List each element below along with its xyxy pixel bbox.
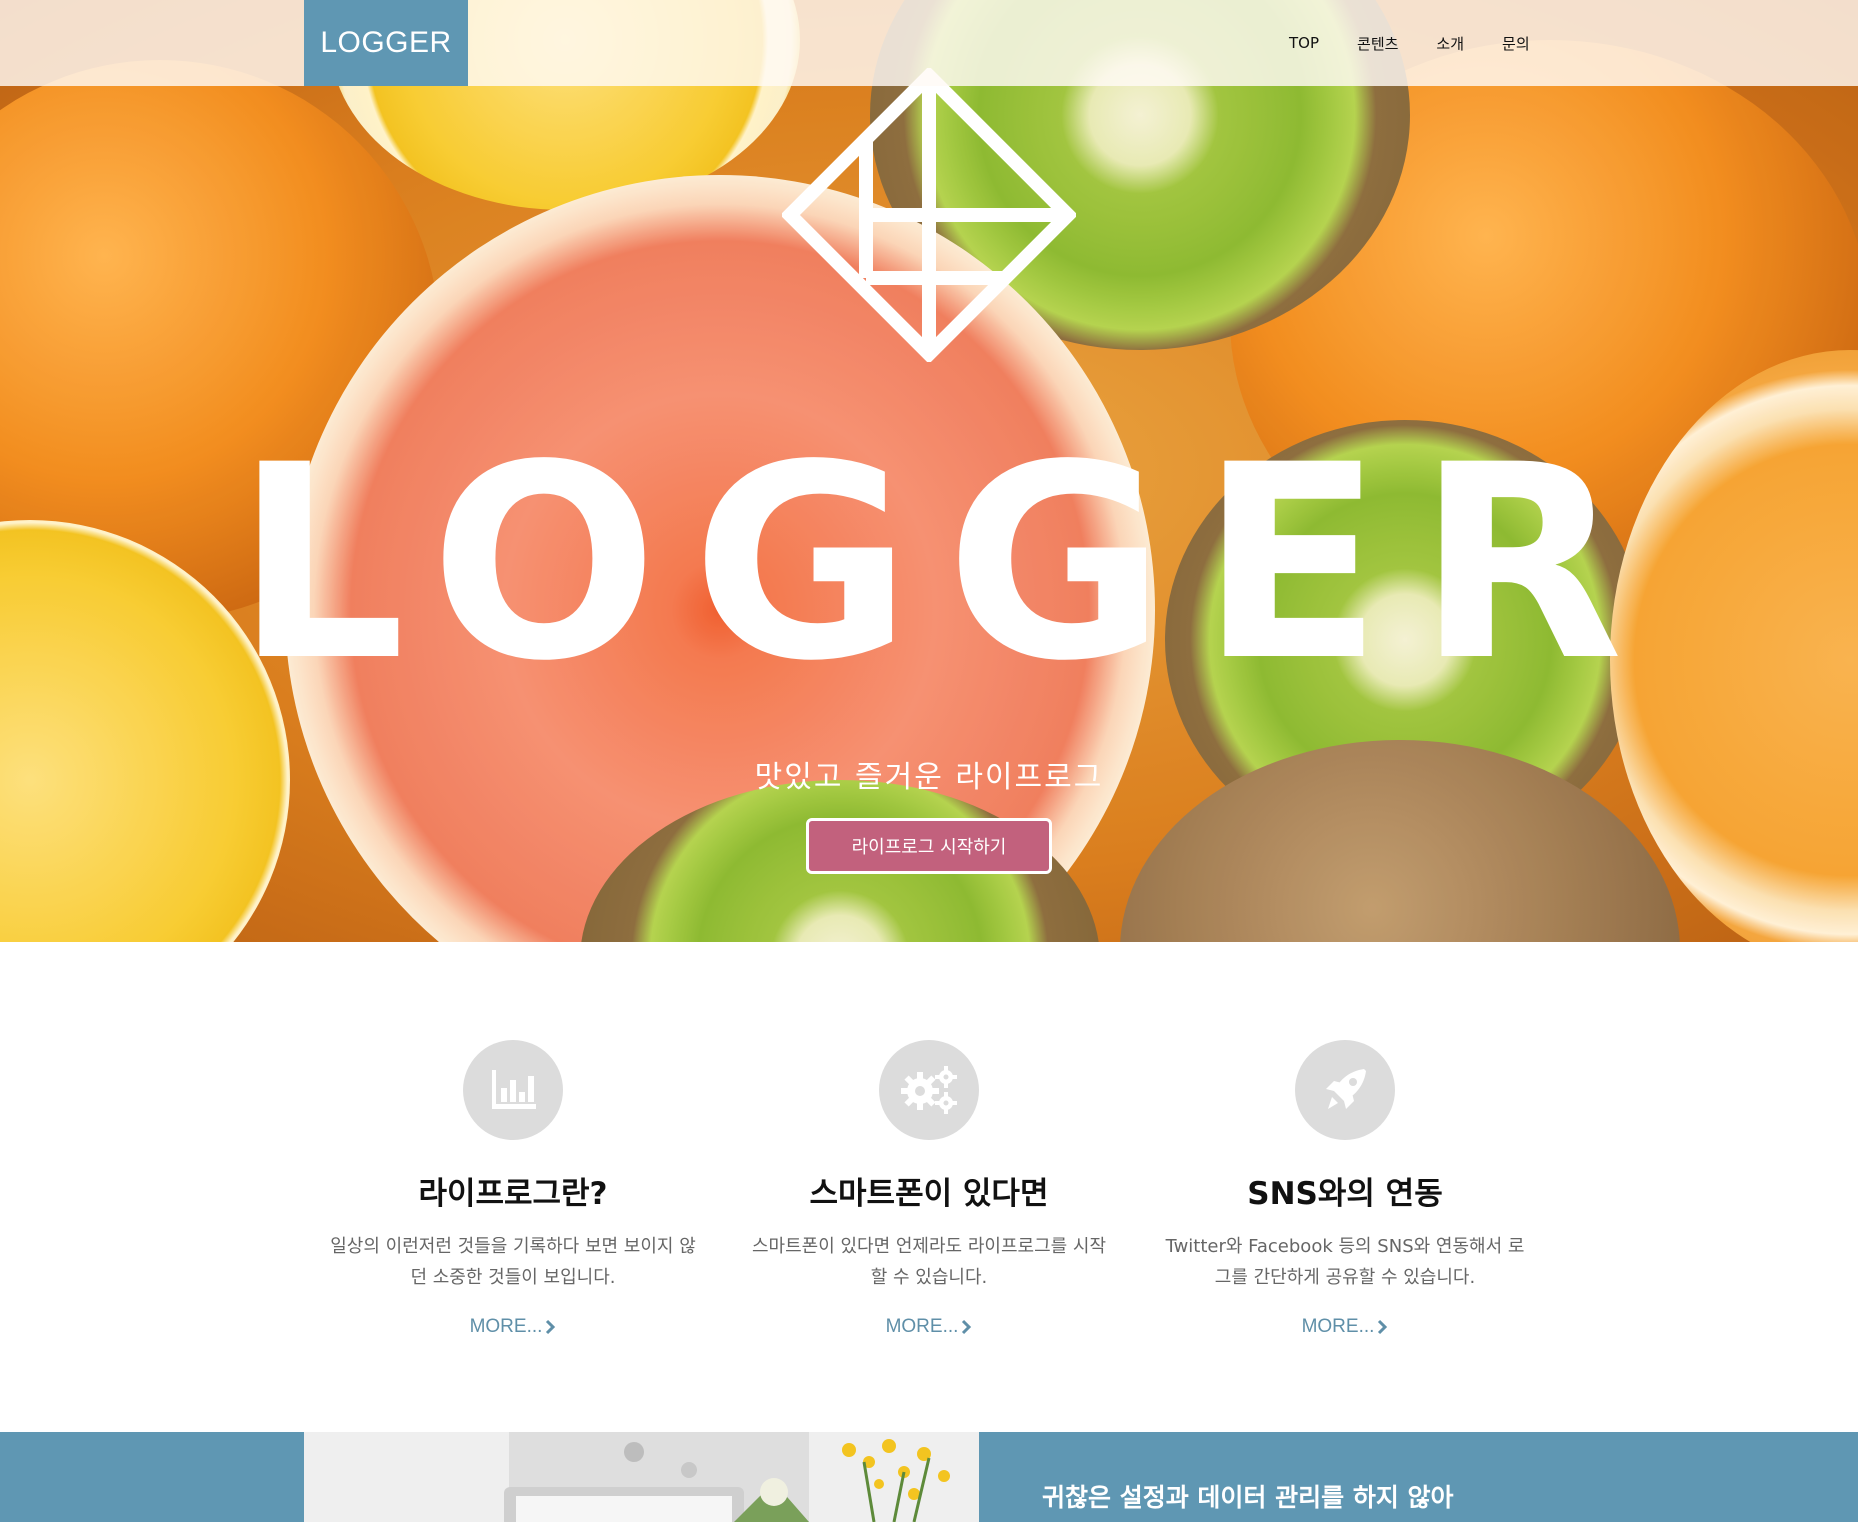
band-photo — [304, 1432, 979, 1522]
feature-sns: SNS와의 연동 Twitter와 Facebook 등의 SNS와 연동해서 … — [1145, 1040, 1545, 1338]
feature-lifelog: 라이프로그란? 일상의 이런저런 것들을 기록하다 보면 보이지 않던 소중한 … — [313, 1040, 713, 1338]
nav-item-contact: 문의 — [1483, 33, 1549, 54]
brand-logo-link[interactable]: LOGGER — [304, 0, 468, 86]
feature-more-link[interactable]: MORE... — [470, 1316, 557, 1338]
top-navbar: LOGGER TOP 콘텐츠 소개 문의 — [0, 0, 1858, 86]
hero-title: LOGGER — [234, 408, 1658, 720]
nav-item-top: TOP — [1270, 34, 1338, 52]
promo-band: 귀찮은 설정과 데이터 관리를 하지 않아 — [0, 1432, 1858, 1522]
nav-link-contact[interactable]: 문의 — [1483, 33, 1549, 54]
hero-section: LOGGER 맛있고 즐거운 라이프로그 라이프로그 시작하기 — [0, 0, 1858, 942]
chevron-right-icon — [962, 1319, 972, 1335]
gears-icon — [879, 1040, 979, 1140]
feature-title: SNS와의 연동 — [1247, 1176, 1443, 1212]
nav-item-about: 소개 — [1417, 33, 1483, 54]
more-link-label: MORE... — [469, 1316, 543, 1337]
bar-chart-icon — [463, 1040, 563, 1140]
band-photo-illustration — [304, 1432, 979, 1522]
diamond-logo-icon — [782, 68, 1076, 362]
nav-link-about[interactable]: 소개 — [1417, 33, 1483, 54]
feature-description: 스마트폰이 있다면 언제라도 라이프로그를 시작할 수 있습니다. — [751, 1236, 1107, 1288]
feature-description: Twitter와 Facebook 등의 SNS와 연동해서 로그를 간단하게 … — [1165, 1236, 1525, 1288]
hero-subtitle: 맛있고 즐거운 라이프로그 — [754, 760, 1104, 795]
feature-more-link[interactable]: MORE... — [1302, 1316, 1389, 1338]
rocket-icon — [1295, 1040, 1395, 1140]
feature-more-link[interactable]: MORE... — [886, 1316, 973, 1338]
band-heading: 귀찮은 설정과 데이터 관리를 하지 않아 — [1042, 1483, 1454, 1512]
chevron-right-icon — [1378, 1319, 1388, 1335]
more-link-label: MORE... — [1301, 1316, 1375, 1337]
start-lifelog-button[interactable]: 라이프로그 시작하기 — [806, 818, 1052, 874]
feature-smartphone: 스마트폰이 있다면 스마트폰이 있다면 언제라도 라이프로그를 시작할 수 있습… — [729, 1040, 1129, 1338]
nav-link-contents[interactable]: 콘텐츠 — [1338, 33, 1417, 54]
more-link-label: MORE... — [885, 1316, 959, 1337]
feature-title: 라이프로그란? — [418, 1176, 608, 1212]
feature-description: 일상의 이런저런 것들을 기록하다 보면 보이지 않던 소중한 것들이 보입니다… — [330, 1236, 696, 1288]
feature-title: 스마트폰이 있다면 — [809, 1176, 1049, 1212]
nav-item-contents: 콘텐츠 — [1338, 33, 1417, 54]
nav-menu: TOP 콘텐츠 소개 문의 — [1270, 0, 1549, 86]
nav-link-top[interactable]: TOP — [1270, 34, 1338, 52]
chevron-right-icon — [546, 1319, 556, 1335]
features-section: 라이프로그란? 일상의 이런저런 것들을 기록하다 보면 보이지 않던 소중한 … — [0, 942, 1858, 1432]
